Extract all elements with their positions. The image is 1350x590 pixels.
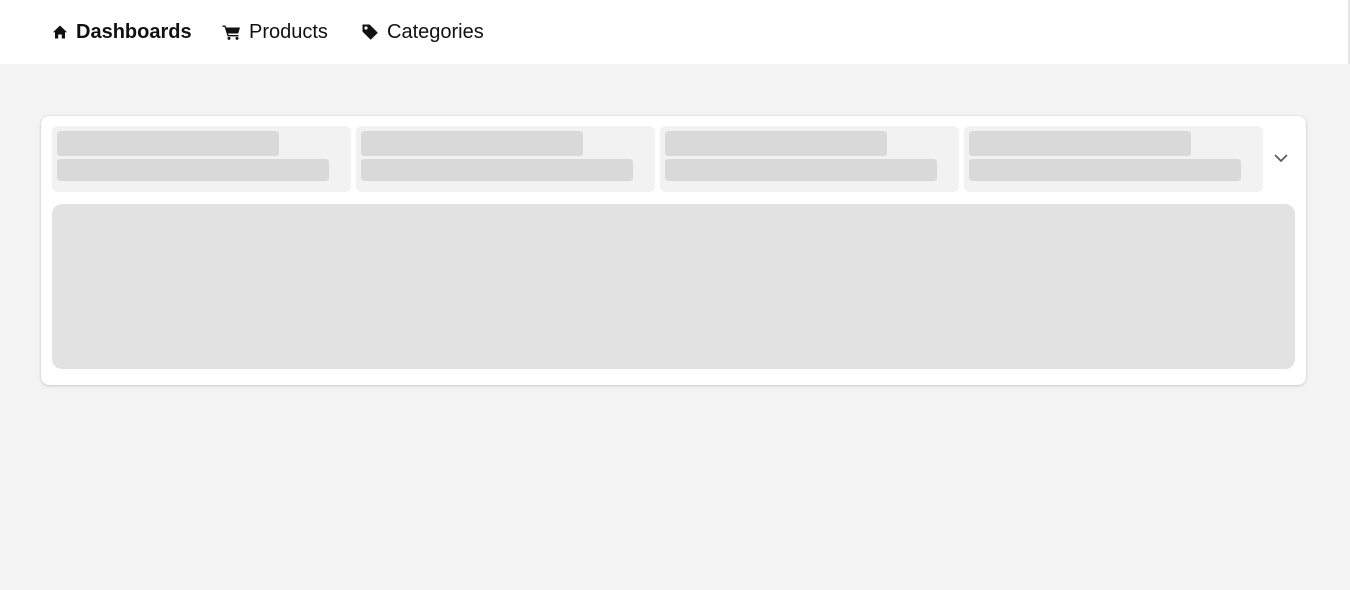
skeleton-value bbox=[57, 159, 329, 181]
kpi-card-placeholder bbox=[660, 126, 959, 192]
dashboard-card bbox=[41, 116, 1306, 385]
skeleton-value bbox=[361, 159, 633, 181]
skeleton-title bbox=[361, 131, 583, 156]
skeleton-value bbox=[969, 159, 1241, 181]
top-navigation-bar: Dashboards Products Categories bbox=[0, 0, 1350, 64]
skeleton-title bbox=[969, 131, 1191, 156]
home-icon bbox=[52, 24, 68, 40]
nav-item-categories[interactable]: Categories bbox=[361, 0, 484, 64]
nav-item-label: Categories bbox=[387, 21, 484, 43]
skeleton-title bbox=[665, 131, 887, 156]
chevron-down-icon bbox=[1274, 150, 1288, 168]
chart-placeholder bbox=[52, 204, 1295, 369]
nav-item-label: Dashboards bbox=[76, 21, 192, 43]
nav-item-products[interactable]: Products bbox=[222, 0, 328, 64]
skeleton-title bbox=[57, 131, 279, 156]
tag-icon bbox=[361, 23, 379, 41]
expand-button[interactable] bbox=[1272, 150, 1290, 168]
cart-icon bbox=[222, 24, 241, 40]
nav-item-dashboards[interactable]: Dashboards bbox=[52, 0, 192, 64]
kpi-card-placeholder bbox=[52, 126, 351, 192]
kpi-card-placeholder bbox=[356, 126, 655, 192]
nav-item-label: Products bbox=[249, 21, 328, 43]
skeleton-value bbox=[665, 159, 937, 181]
kpi-card-placeholder bbox=[964, 126, 1263, 192]
